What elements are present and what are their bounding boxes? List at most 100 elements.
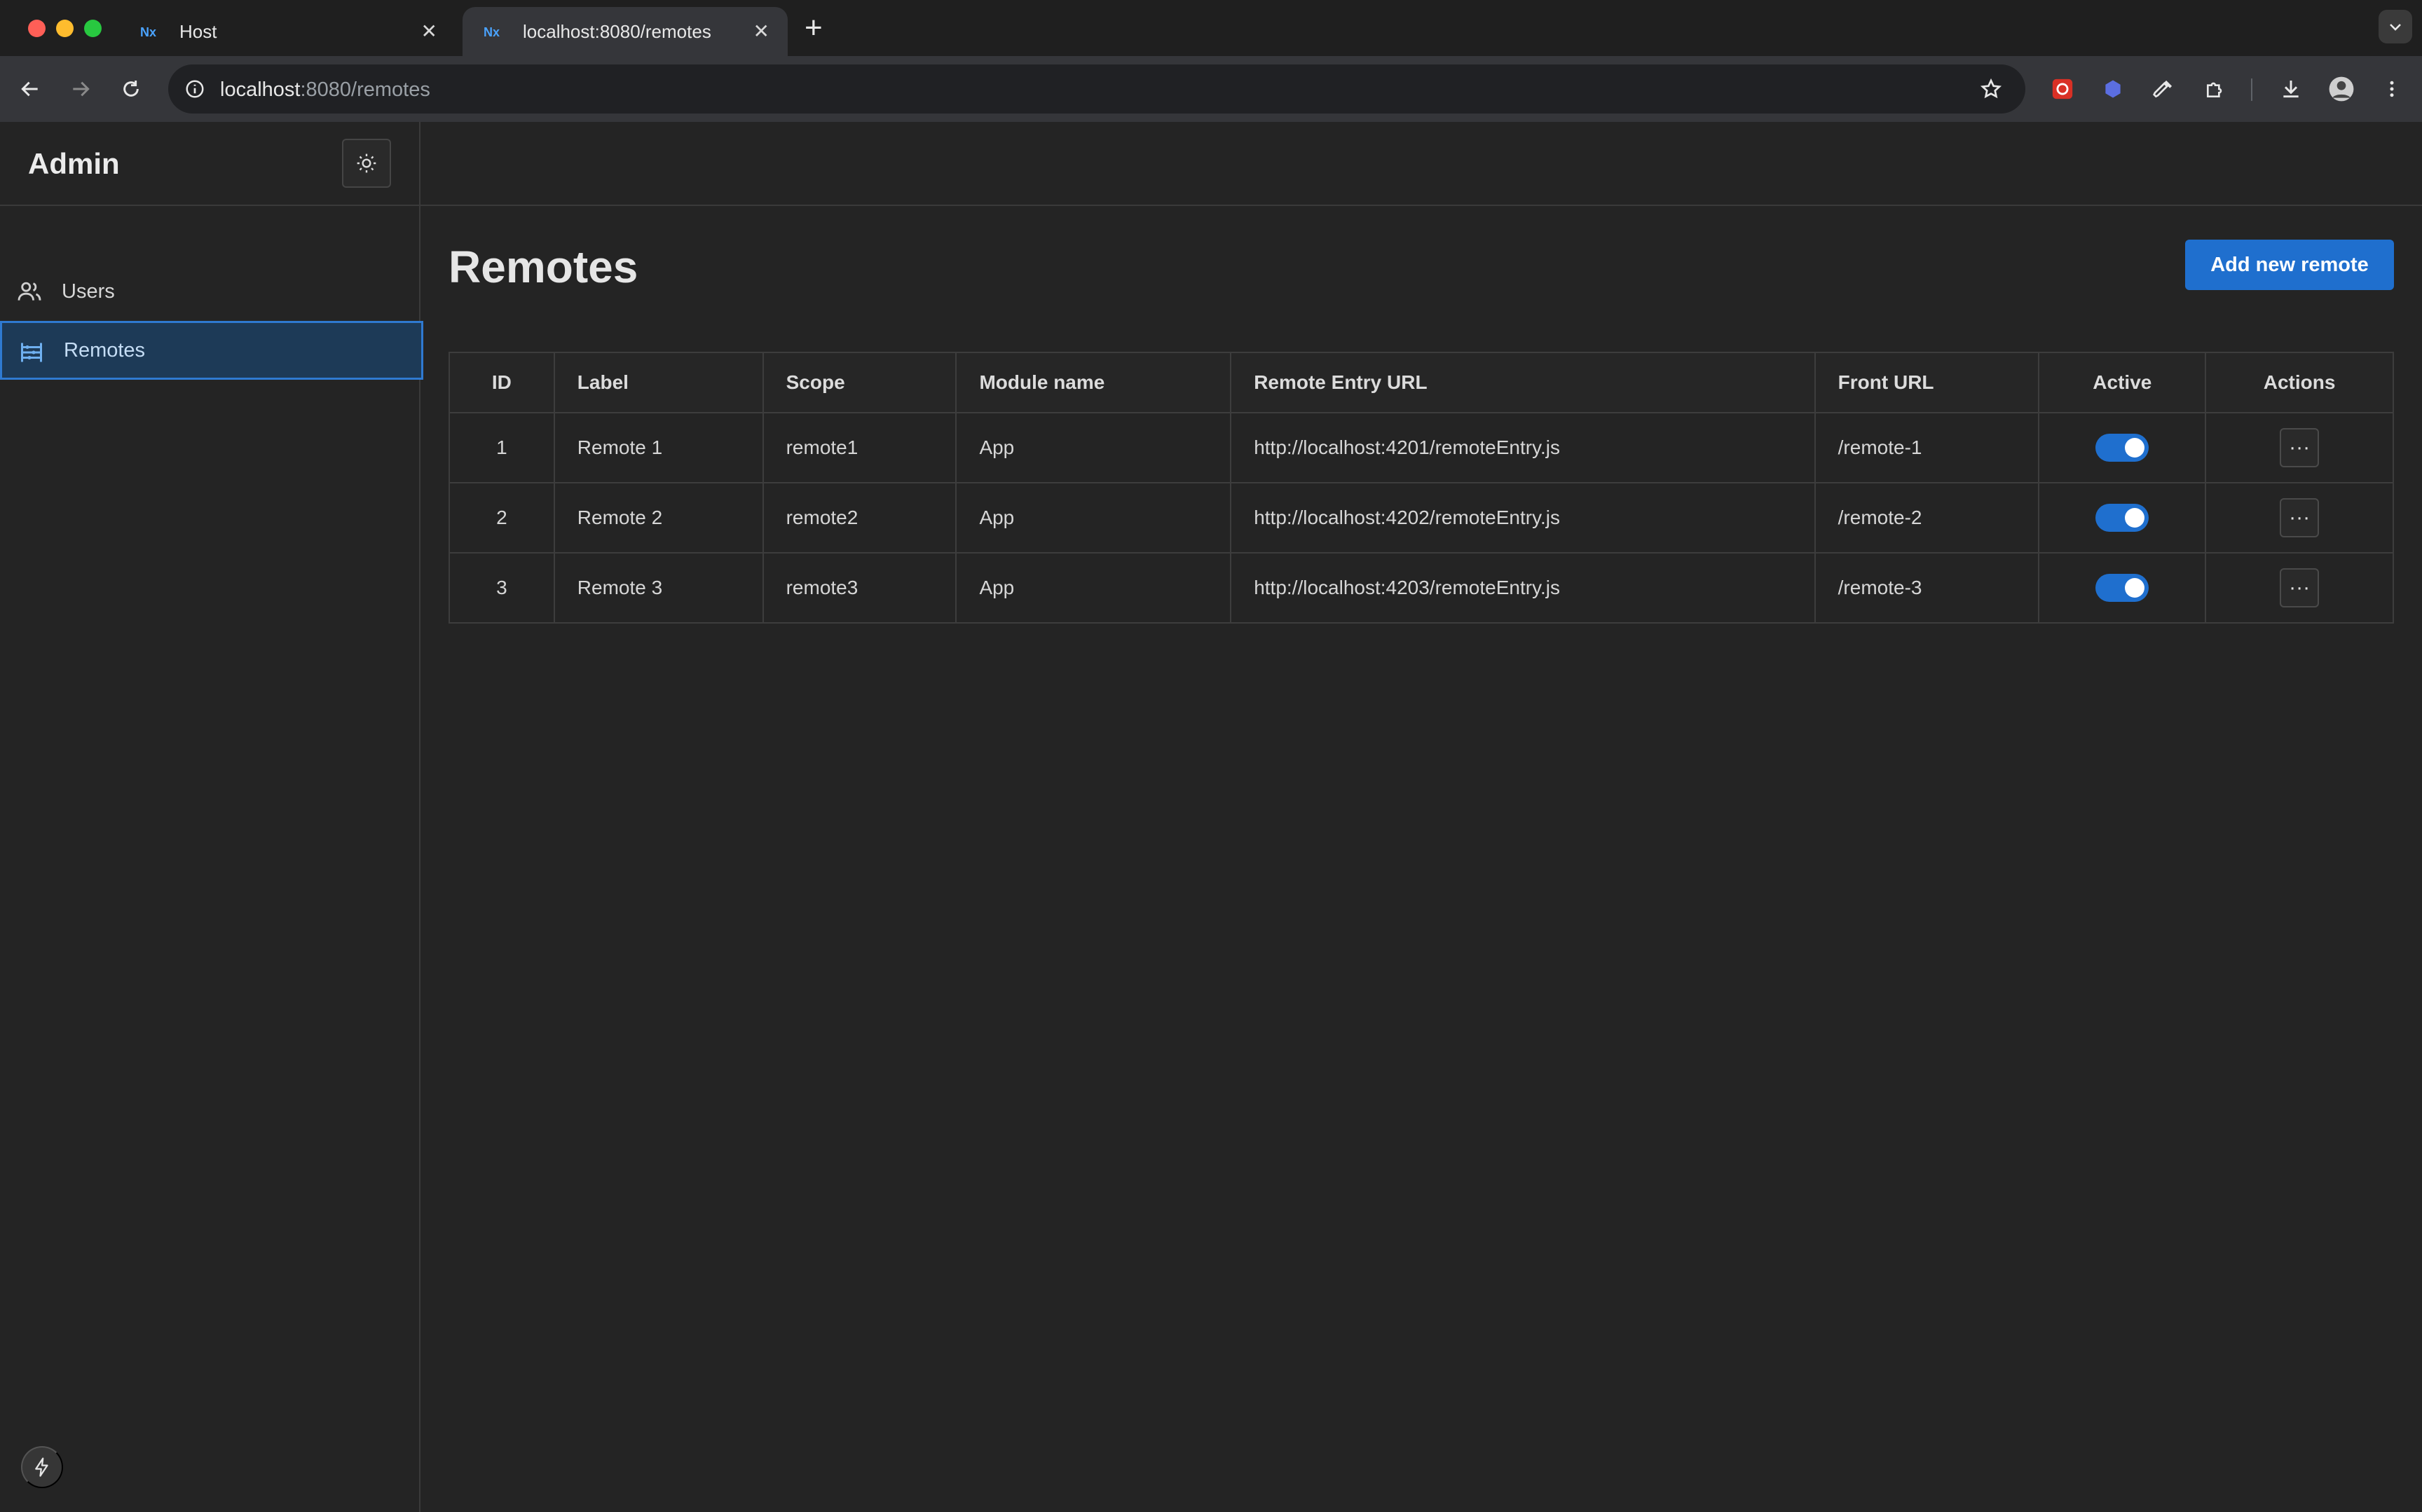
profile-avatar[interactable] (2324, 71, 2359, 106)
extension-red-icon[interactable] (2045, 71, 2080, 106)
cell-scope: remote2 (762, 482, 957, 554)
chevron-down-icon (2390, 24, 2401, 31)
column-header-module-name: Module name (955, 352, 1232, 413)
reload-icon (123, 81, 139, 97)
toggle-knob (2125, 578, 2145, 598)
tab-host[interactable]: Nx Host ✕ (119, 7, 456, 56)
sidebar-header: Admin (0, 122, 419, 206)
cell-scope: remote1 (762, 412, 957, 483)
add-new-remote-button[interactable]: Add new remote (2185, 240, 2394, 290)
toggle-knob (2125, 438, 2145, 458)
cell-front-url: /remote-1 (1814, 412, 2040, 483)
cell-label: Remote 2 (553, 482, 764, 554)
sidebar: Admin Users Remotes (0, 122, 423, 1512)
sun-icon (357, 153, 376, 173)
column-header-active: Active (2038, 352, 2207, 413)
arrow-left-icon (21, 81, 38, 97)
url-host: localhost (220, 78, 301, 101)
download-icon[interactable] (2273, 71, 2308, 106)
tab-close-icon[interactable]: ✕ (753, 22, 769, 41)
minimize-window-button[interactable] (56, 20, 74, 37)
table-header-row: ID Label Scope Module name Remote Entry … (449, 352, 2394, 413)
users-icon (15, 277, 43, 305)
tab-search-button[interactable] (2379, 10, 2412, 43)
cell-actions: ··· (2205, 552, 2394, 624)
url-path: :8080/remotes (300, 78, 430, 101)
eyedropper-icon[interactable] (2146, 71, 2181, 106)
toggle-knob (2125, 508, 2145, 528)
extension-hexagon-icon[interactable] (2095, 71, 2130, 106)
reload-button[interactable] (114, 71, 149, 106)
table-row: 1 Remote 1 remote1 App http://localhost:… (449, 412, 2394, 483)
cell-actions: ··· (2205, 412, 2394, 483)
tab-strip: Nx Host ✕ Nx localhost:8080/remotes ✕ + (0, 0, 2422, 56)
remotes-table: ID Label Scope Module name Remote Entry … (449, 352, 2394, 624)
cell-module-name: App (955, 482, 1232, 554)
tab-title: Host (179, 20, 217, 42)
table-row: 2 Remote 2 remote2 App http://localhost:… (449, 482, 2394, 554)
abacus-icon (18, 338, 46, 366)
back-button[interactable] (13, 71, 48, 106)
active-toggle[interactable] (2095, 574, 2149, 602)
sidebar-item-users[interactable]: Users (0, 262, 423, 321)
sidebar-item-remotes[interactable]: Remotes (0, 321, 423, 380)
cell-remote-entry-url: http://localhost:4201/remoteEntry.js (1230, 412, 1816, 483)
cell-id: 3 (449, 552, 555, 624)
row-actions-button[interactable]: ··· (2280, 498, 2320, 537)
tab-title: localhost:8080/remotes (523, 20, 711, 42)
arrow-right-icon (73, 81, 90, 97)
table-row: 3 Remote 3 remote3 App http://localhost:… (449, 552, 2394, 624)
sidebar-nav: Users Remotes (0, 262, 423, 380)
cell-id: 1 (449, 412, 555, 483)
cell-id: 2 (449, 482, 555, 554)
toolbar-separator (2251, 78, 2252, 101)
tab-close-icon[interactable]: ✕ (421, 22, 437, 41)
top-bar (420, 122, 2422, 206)
tab-remotes[interactable]: Nx localhost:8080/remotes ✕ (463, 7, 788, 56)
app: Admin Users Remotes Remotes Add new remo… (0, 122, 2422, 1512)
cell-front-url: /remote-3 (1814, 552, 2040, 624)
site-info-icon[interactable] (181, 75, 209, 103)
column-header-front-url: Front URL (1814, 352, 2040, 413)
cell-active (2038, 552, 2207, 624)
cell-remote-entry-url: http://localhost:4203/remoteEntry.js (1230, 552, 1816, 624)
column-header-label: Label (553, 352, 764, 413)
maximize-window-button[interactable] (84, 20, 102, 37)
active-toggle[interactable] (2095, 434, 2149, 462)
nx-favicon-icon: Nx (484, 21, 505, 42)
theme-toggle-button[interactable] (342, 139, 391, 188)
extensions-puzzle-icon[interactable] (2198, 71, 2233, 106)
cell-scope: remote3 (762, 552, 957, 624)
forward-button[interactable] (63, 71, 98, 106)
column-header-id: ID (449, 352, 555, 413)
page-title: Remotes (449, 242, 638, 292)
cell-active (2038, 412, 2207, 483)
sidebar-item-label: Remotes (64, 338, 146, 362)
column-header-remote-entry-url: Remote Entry URL (1230, 352, 1816, 413)
cell-module-name: App (955, 552, 1232, 624)
column-header-actions: Actions (2205, 352, 2394, 413)
cell-label: Remote 3 (553, 552, 764, 624)
quick-action-button[interactable] (21, 1446, 63, 1488)
cell-front-url: /remote-2 (1814, 482, 2040, 554)
svg-text:Nx: Nx (484, 25, 500, 39)
active-toggle[interactable] (2095, 504, 2149, 532)
column-header-scope: Scope (762, 352, 957, 413)
brand-title: Admin (28, 147, 120, 180)
svg-text:Nx: Nx (140, 25, 156, 39)
cell-active (2038, 482, 2207, 554)
sidebar-item-label: Users (62, 280, 115, 303)
url-text: localhost:8080/remotes (220, 78, 430, 102)
browser-menu-icon[interactable] (2374, 71, 2409, 106)
bookmark-star-icon[interactable] (1976, 74, 2006, 104)
address-bar[interactable]: localhost:8080/remotes (168, 64, 2025, 114)
browser-toolbar: localhost:8080/remotes (0, 56, 2422, 122)
cell-actions: ··· (2205, 482, 2394, 554)
close-window-button[interactable] (28, 20, 46, 37)
new-tab-button[interactable]: + (805, 13, 823, 43)
row-actions-button[interactable]: ··· (2280, 568, 2320, 607)
lightning-icon (35, 1457, 48, 1477)
browser-chrome: Nx Host ✕ Nx localhost:8080/remotes ✕ + (0, 0, 2422, 122)
row-actions-button[interactable]: ··· (2280, 428, 2320, 467)
nx-favicon-icon: Nx (140, 21, 161, 42)
